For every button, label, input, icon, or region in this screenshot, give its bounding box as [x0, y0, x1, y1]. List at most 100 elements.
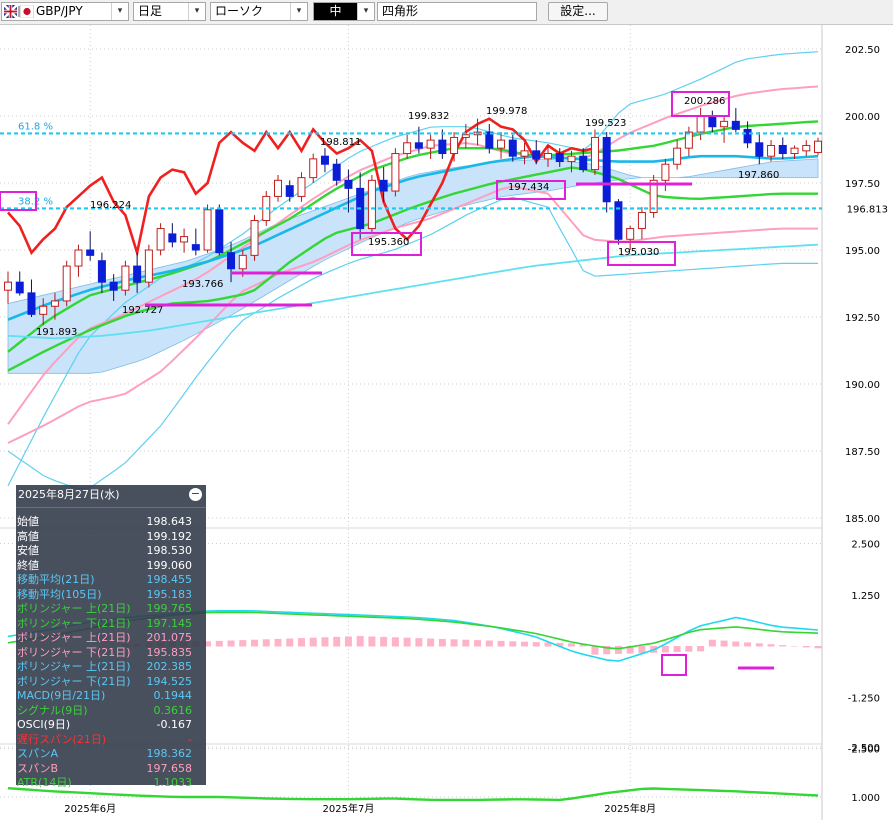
y-tick-label: 1.000 — [851, 793, 880, 804]
candle — [438, 139, 447, 155]
macd-histogram-bar — [591, 646, 599, 655]
price-annotation: 191.893 — [36, 327, 77, 338]
x-tick-label: 2025年8月 — [604, 802, 656, 815]
candle — [720, 120, 729, 128]
info-row: 移動平均(21日) 198.455 — [16, 573, 206, 587]
candle — [790, 147, 799, 155]
macd-histogram-bar — [403, 637, 411, 647]
macd-histogram-bar — [251, 639, 259, 647]
info-row: 終値 199.060 — [16, 559, 206, 573]
macd-histogram-bar — [427, 638, 435, 647]
candle — [320, 155, 329, 165]
info-row: MACD(9日/21日) 0.1944 — [16, 689, 206, 703]
minimize-icon[interactable]: − — [189, 488, 202, 501]
macd-histogram-bar — [485, 640, 493, 647]
chevron-down-icon: ▾ — [290, 3, 307, 20]
macd-histogram-bar — [497, 640, 505, 647]
macd-histogram-bar — [732, 641, 740, 647]
info-row: ボリンジャー 上(21日) 201.075 — [16, 631, 206, 645]
candle — [802, 144, 811, 152]
macd-histogram-bar — [614, 646, 622, 654]
price-annotation: 197.434 — [508, 182, 549, 193]
info-row: ATR(14日) 1.1033 — [16, 776, 206, 790]
y-tick-label: 195.00 — [845, 246, 880, 257]
fib-price-label: 196.813 — [847, 204, 888, 215]
candle — [708, 115, 717, 128]
currency-pair-value: GBP/JPY — [36, 4, 83, 18]
info-row-value: -0.167 — [156, 718, 192, 731]
candle — [297, 177, 306, 197]
candle — [203, 209, 212, 251]
chart-type-value: ローソク — [215, 4, 264, 18]
candle — [191, 244, 200, 251]
info-row-value: 199.192 — [146, 529, 193, 543]
info-row-value: 199.060 — [146, 558, 193, 572]
candle — [450, 136, 459, 155]
info-row-value: 0.1944 — [153, 689, 193, 702]
price-annotation: 195.360 — [368, 237, 409, 248]
candle — [168, 233, 177, 243]
macd-histogram-bar — [391, 637, 399, 647]
candle — [215, 209, 224, 254]
pair-flags-icon — [4, 5, 34, 18]
y-tick-label: 2.500 — [851, 540, 880, 551]
info-row-value: 198.530 — [146, 544, 193, 557]
info-panel-date: 2025年8月27日(水) — [16, 485, 206, 508]
line-width-select[interactable]: 中 ▾ — [313, 2, 375, 21]
info-row-label: ボリンジャー 上(21日) — [17, 631, 131, 644]
candle — [520, 150, 529, 157]
chart-type-select[interactable]: ローソク ▾ — [210, 2, 308, 21]
info-row-value: 197.658 — [146, 761, 193, 775]
y-tick-label: 187.50 — [845, 447, 880, 458]
chevron-down-icon: ▾ — [357, 3, 374, 20]
candle — [544, 153, 552, 160]
y-tick-label: 202.50 — [845, 45, 880, 56]
info-row: ボリンジャー 上(21日) 202.385 — [16, 660, 206, 674]
candle — [602, 136, 611, 203]
candle — [50, 300, 59, 307]
settings-button[interactable]: 設定... — [548, 2, 608, 21]
price-annotation: 199.832 — [408, 111, 449, 122]
y-tick-label: 185.00 — [845, 514, 880, 525]
y-tick-label: 197.50 — [845, 179, 880, 190]
price-annotation: 193.766 — [182, 279, 223, 290]
info-row-label: シグナル(9日) — [17, 703, 88, 717]
macd-histogram-bar — [791, 646, 799, 647]
currency-pair-select[interactable]: GBP/JPY ▾ — [1, 2, 129, 21]
fib-label: 61.8 % — [18, 121, 53, 132]
candle — [39, 305, 48, 315]
macd-histogram-bar — [567, 643, 575, 647]
macd-histogram-bar — [309, 637, 317, 647]
info-row-label: 遅行スパン(21日) — [17, 732, 107, 746]
info-row-value: 198.643 — [146, 515, 193, 528]
timeframe-select[interactable]: 日足 ▾ — [133, 2, 206, 21]
info-row-value: 0.3616 — [153, 703, 193, 717]
info-row-value: - — [188, 732, 192, 746]
macd-histogram-bar — [297, 638, 305, 647]
info-row: ボリンジャー 上(21日) 199.765 — [16, 602, 206, 616]
candle — [778, 144, 787, 155]
candle — [532, 150, 541, 160]
price-annotation: 192.727 — [122, 305, 163, 316]
info-row-label: スパンA — [17, 747, 59, 760]
info-row-label: ボリンジャー 下(21日) — [17, 645, 131, 659]
candle — [637, 211, 646, 230]
candle — [673, 147, 682, 165]
candle — [391, 153, 400, 192]
macd-histogram-bar — [720, 640, 728, 647]
drawing-tool-field[interactable]: 四角形 — [377, 2, 537, 21]
price-annotation: 199.523 — [585, 118, 626, 129]
x-tick-label: 2025年6月 — [64, 802, 116, 815]
info-row-label: 高値 — [17, 529, 39, 543]
line-width-value: 中 — [314, 3, 357, 20]
macd-histogram-bar — [673, 646, 681, 653]
info-row-label: スパンB — [17, 761, 59, 775]
candle — [626, 228, 635, 240]
toolbar: GBP/JPY ▾ 日足 ▾ ローソク ▾ 中 ▾ 四角形 設定... — [0, 0, 893, 25]
macd-histogram-bar — [685, 646, 693, 652]
macd-histogram-bar — [521, 641, 529, 647]
info-row-label: OSCI(9日) — [17, 718, 71, 731]
candle — [426, 139, 435, 149]
info-row-label: MACD(9日/21日) — [17, 689, 106, 702]
candle — [508, 139, 517, 157]
